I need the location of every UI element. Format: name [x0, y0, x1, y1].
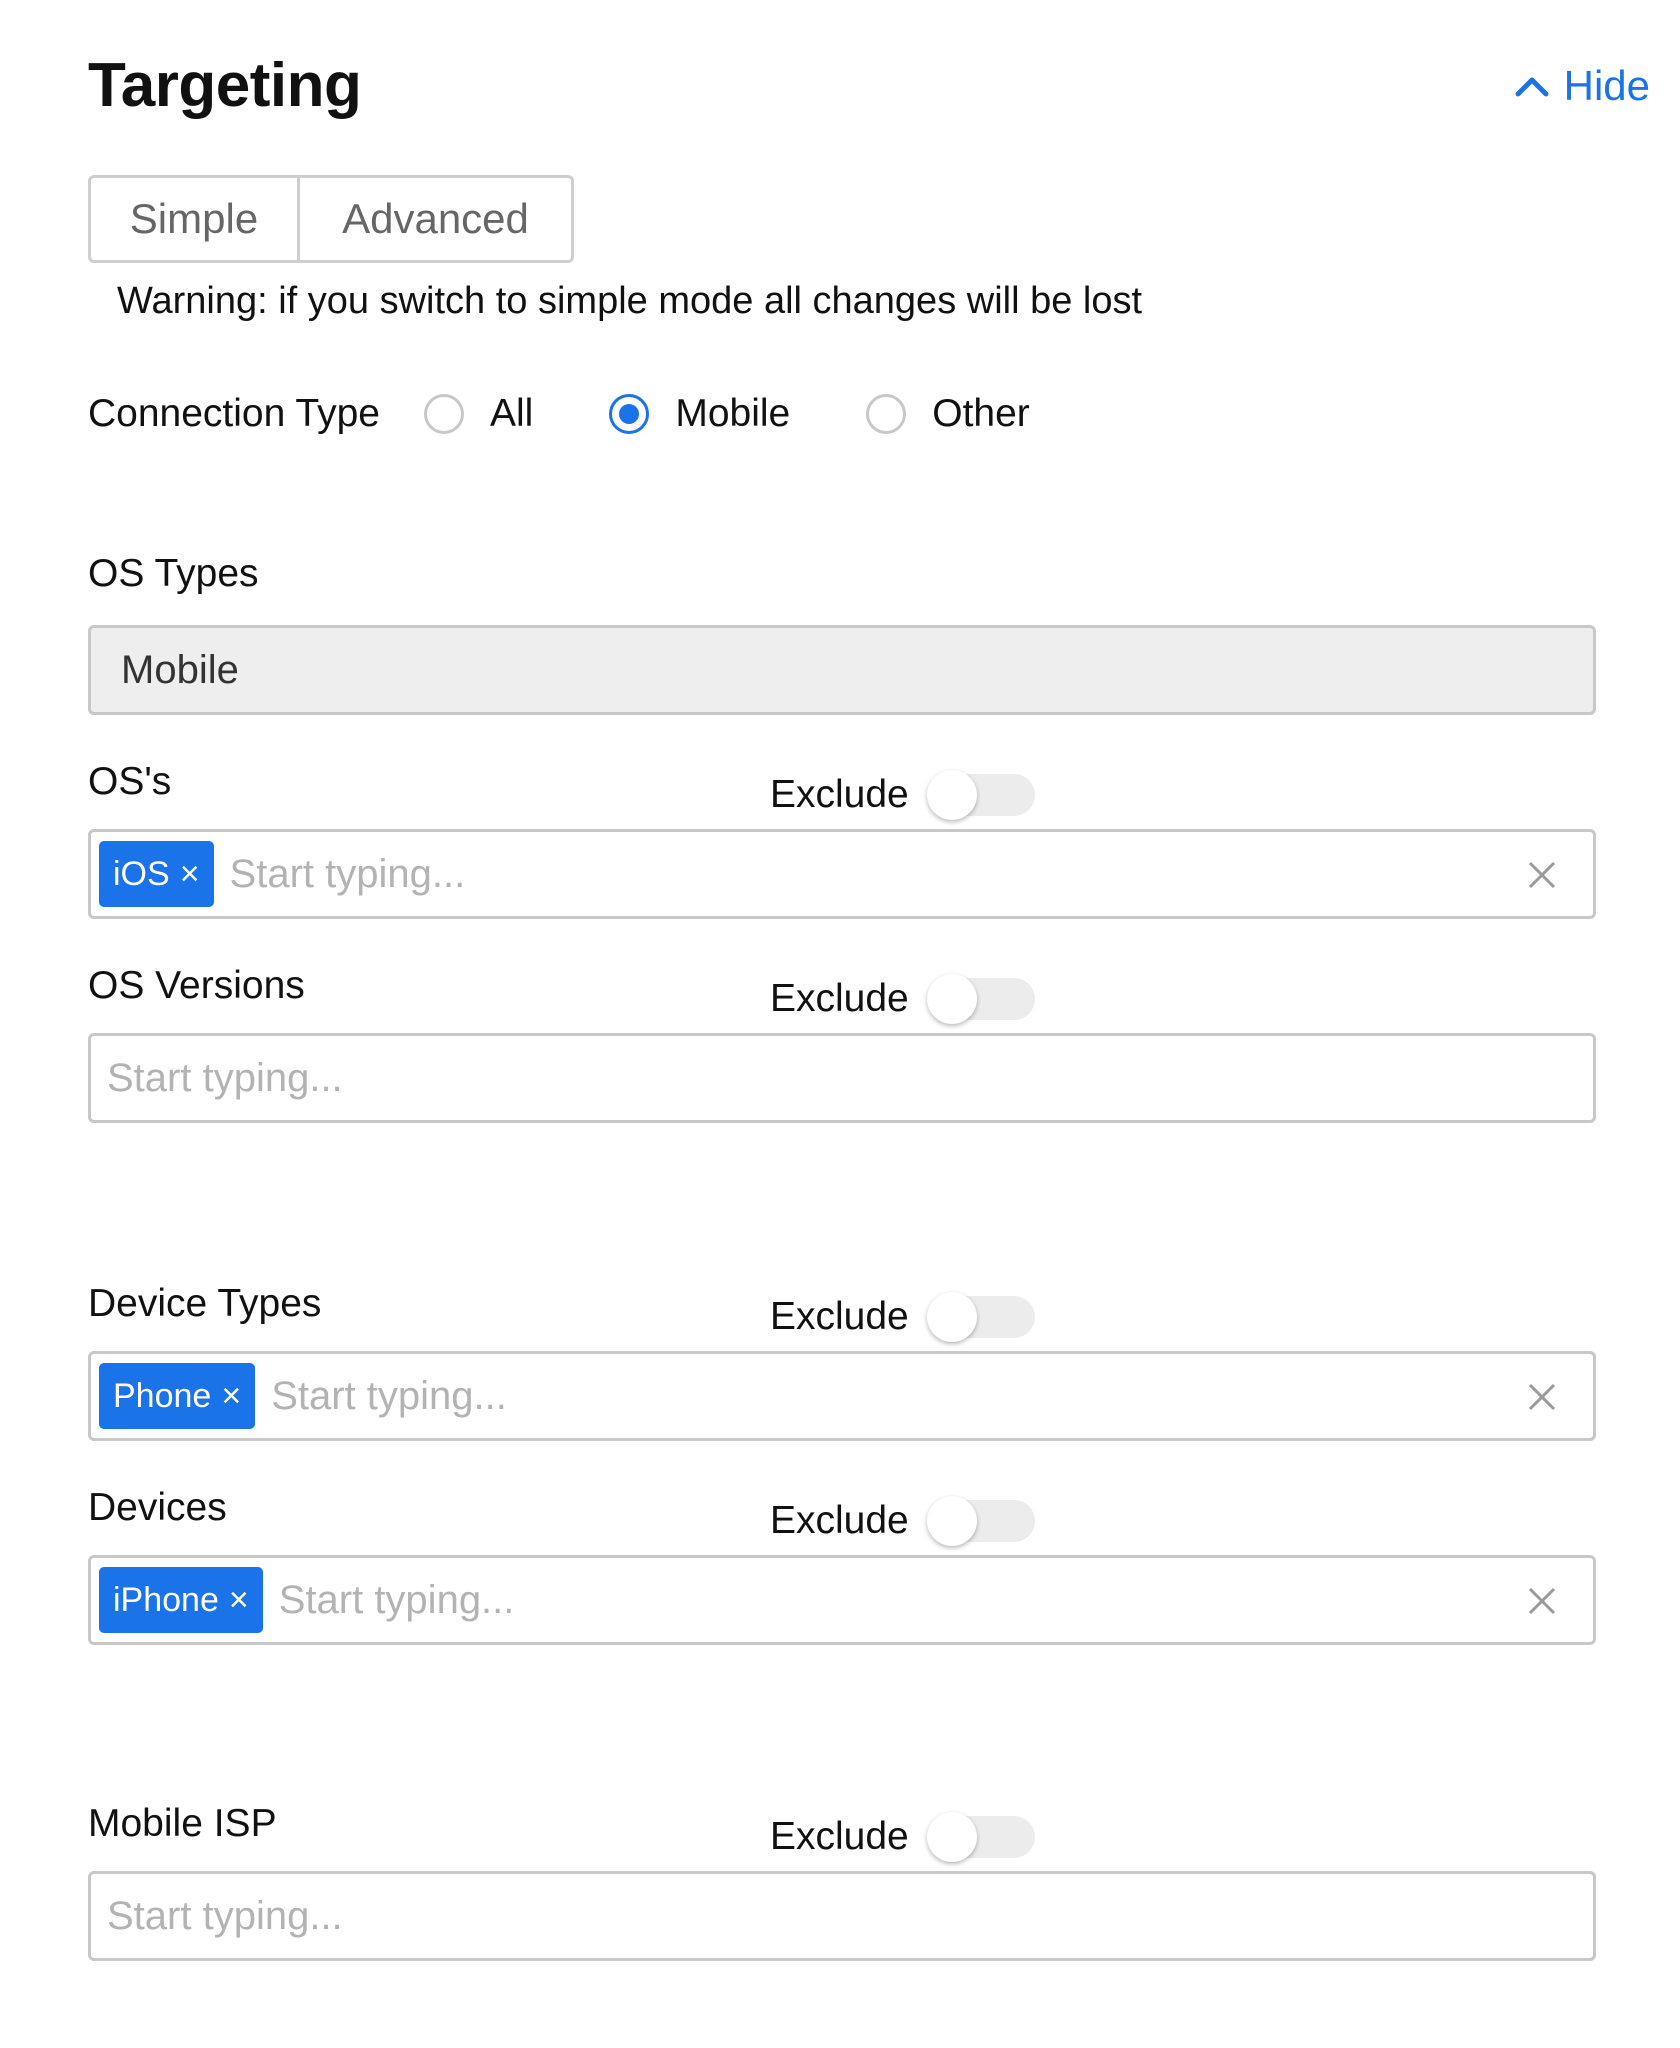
tag-remove-icon[interactable]: ×	[180, 855, 200, 894]
os-versions-exclude: Exclude	[770, 974, 1037, 1024]
device-types-field: Phone ×	[88, 1351, 1596, 1441]
clear-x-icon[interactable]	[1519, 1578, 1565, 1624]
simple-mode-button[interactable]: Simple	[88, 175, 300, 263]
hide-toggle-link[interactable]: Hide	[1514, 62, 1650, 110]
mode-switch: Simple Advanced	[88, 175, 574, 263]
os-versions-exclude-toggle[interactable]	[926, 974, 1037, 1024]
chevron-up-icon	[1515, 77, 1549, 97]
connection-type-row: Connection Type All Mobile Other	[88, 392, 1030, 436]
tag-ios-label: iOS	[113, 854, 170, 893]
oss-field: iOS ×	[88, 829, 1596, 919]
connection-option-mobile[interactable]: Mobile	[609, 392, 790, 436]
tag-remove-icon[interactable]: ×	[221, 1377, 241, 1416]
os-versions-input[interactable]	[105, 1042, 1593, 1114]
devices-input[interactable]	[276, 1564, 1593, 1636]
radio-mobile-label: Mobile	[675, 392, 791, 435]
connection-option-all[interactable]: All	[424, 392, 533, 436]
os-versions-exclude-label: Exclude	[770, 977, 909, 1020]
hide-label: Hide	[1563, 62, 1650, 109]
devices-field: iPhone ×	[88, 1555, 1596, 1645]
connection-type-label: Connection Type	[88, 392, 380, 435]
radio-other-label: Other	[932, 392, 1030, 435]
device-types-exclude-label: Exclude	[770, 1295, 909, 1338]
tag-ios: iOS ×	[99, 841, 214, 907]
oss-exclude-toggle[interactable]	[926, 770, 1037, 820]
radio-mobile[interactable]	[609, 394, 650, 434]
device-types-exclude: Exclude	[770, 1292, 1037, 1342]
oss-label: OS's	[88, 760, 172, 803]
os-types-value: Mobile	[121, 647, 239, 692]
tag-phone: Phone ×	[99, 1363, 256, 1429]
clear-x-icon[interactable]	[1519, 852, 1565, 898]
device-types-input[interactable]	[269, 1360, 1593, 1432]
os-versions-field	[88, 1033, 1596, 1123]
clear-x-icon[interactable]	[1519, 1374, 1565, 1420]
tag-phone-label: Phone	[113, 1376, 212, 1415]
os-types-label: OS Types	[88, 552, 259, 595]
page-title: Targeting	[88, 51, 362, 120]
devices-exclude-label: Exclude	[770, 1499, 909, 1542]
devices-exclude: Exclude	[770, 1496, 1037, 1546]
os-types-field: Mobile	[88, 625, 1596, 715]
mobile-isp-exclude-toggle[interactable]	[926, 1812, 1037, 1862]
devices-label: Devices	[88, 1486, 227, 1529]
oss-input[interactable]	[227, 838, 1593, 910]
device-types-exclude-toggle[interactable]	[926, 1292, 1037, 1342]
tag-iphone: iPhone ×	[99, 1567, 263, 1633]
mobile-isp-exclude-label: Exclude	[770, 1815, 909, 1858]
radio-all[interactable]	[424, 394, 464, 434]
os-versions-label: OS Versions	[88, 964, 305, 1007]
connection-option-other[interactable]: Other	[866, 392, 1030, 436]
oss-exclude: Exclude	[770, 770, 1037, 820]
oss-exclude-label: Exclude	[770, 773, 909, 816]
mode-warning-text: Warning: if you switch to simple mode al…	[117, 280, 1143, 322]
radio-other[interactable]	[866, 394, 907, 434]
advanced-mode-button[interactable]: Advanced	[300, 175, 574, 263]
tag-remove-icon[interactable]: ×	[229, 1581, 249, 1620]
mobile-isp-input[interactable]	[105, 1880, 1593, 1952]
tag-iphone-label: iPhone	[113, 1580, 219, 1619]
device-types-label: Device Types	[88, 1282, 322, 1325]
mobile-isp-label: Mobile ISP	[88, 1802, 277, 1845]
radio-all-label: All	[490, 392, 534, 435]
mobile-isp-field	[88, 1871, 1596, 1961]
mobile-isp-exclude: Exclude	[770, 1812, 1037, 1862]
devices-exclude-toggle[interactable]	[926, 1496, 1037, 1546]
